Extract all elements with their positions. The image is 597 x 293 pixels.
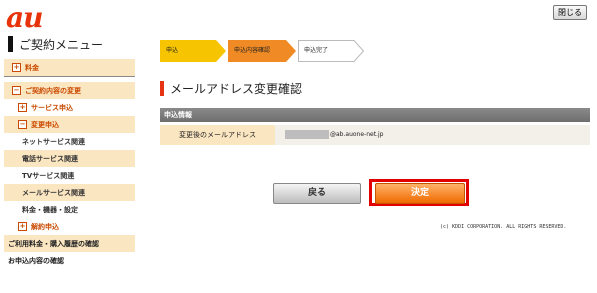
sidebar-item-label: TVサービス関連 (22, 171, 75, 180)
section-header: 申込情報 (160, 108, 590, 122)
sidebar-item-tv-services[interactable]: TVサービス関連 (4, 167, 135, 184)
back-button[interactable]: 戻る (273, 183, 361, 204)
sidebar-item-label: 料金 (25, 63, 39, 72)
plus-box-icon: + (12, 63, 21, 72)
step-label: 申込完了 (304, 47, 329, 54)
step-confirm: 申込内容確認 (228, 40, 296, 62)
step-complete: 申込完了 (298, 40, 364, 62)
sidebar-item-label: ご利用料金・購入履歴の確認 (8, 239, 99, 248)
sidebar-item-label: ご契約内容の変更 (25, 86, 81, 95)
minus-box-icon: − (18, 120, 27, 129)
heading-bar-decoration (160, 81, 164, 96)
step-label: 申込 (166, 47, 179, 54)
sidebar-item-usage-history[interactable]: ご利用料金・購入履歴の確認 (4, 235, 135, 252)
page-heading: メールアドレス変更確認 (160, 80, 302, 97)
sidebar-item-fees[interactable]: + 料金 (4, 59, 135, 76)
sidebar-item-phone-services[interactable]: 電話サービス関連 (4, 150, 135, 167)
sidebar-item-label: ネットサービス関連 (22, 137, 85, 146)
step-label: 申込内容確認 (234, 47, 271, 54)
plus-box-icon: + (18, 103, 27, 112)
sidebar: ご契約メニュー + 料金 − ご契約内容の変更 + サービス申込 − 変更申込 … (4, 34, 135, 269)
copyright: (c) KDDI CORPORATION. ALL RIGHTS RESERVE… (440, 224, 567, 230)
page-title: メールアドレス変更確認 (170, 82, 303, 96)
sidebar-item-order-check[interactable]: お申込内容の確認 (4, 252, 135, 269)
au-logo[interactable]: au (6, 3, 43, 33)
sidebar-item-change-apply[interactable]: − 変更申込 (4, 116, 135, 133)
sidebar-item-label: 変更申込 (31, 120, 59, 129)
sidebar-item-label: 解約申込 (31, 222, 59, 231)
sidebar-item-label: メールサービス関連 (22, 188, 85, 197)
plus-box-icon: + (18, 222, 27, 231)
progress-steps: 申込 申込内容確認 申込完了 (160, 40, 370, 62)
sidebar-item-contract-change[interactable]: − ご契約内容の変更 (4, 82, 135, 99)
info-row-value: @ab.auone-net.jp (330, 131, 384, 138)
sidebar-item-label: 料金・機器・設定 (22, 205, 78, 214)
step-apply: 申込 (160, 40, 226, 62)
sidebar-item-fees-devices-settings[interactable]: 料金・機器・設定 (4, 201, 135, 218)
title-bar-decoration (8, 36, 13, 52)
sidebar-title-text: ご契約メニュー (19, 37, 104, 52)
sidebar-item-label: お申込内容の確認 (8, 256, 64, 265)
info-row-label: 変更後のメールアドレス (160, 125, 275, 145)
close-button[interactable]: 閉じる (553, 5, 587, 20)
info-row-new-email: 変更後のメールアドレス @ab.auone-net.jp (160, 125, 590, 145)
sidebar-item-mail-services[interactable]: メールサービス関連 (4, 184, 135, 201)
masked-text (285, 130, 329, 139)
sidebar-title: ご契約メニュー (4, 34, 135, 54)
sidebar-item-label: サービス申込 (31, 103, 73, 112)
confirm-button[interactable]: 決定 (375, 183, 465, 204)
minus-box-icon: − (12, 86, 21, 95)
sidebar-item-service-apply[interactable]: + サービス申込 (4, 99, 135, 116)
sidebar-item-cancel-apply[interactable]: + 解約申込 (4, 218, 135, 235)
sidebar-item-net-services[interactable]: ネットサービス関連 (4, 133, 135, 150)
sidebar-item-label: 電話サービス関連 (22, 154, 78, 163)
